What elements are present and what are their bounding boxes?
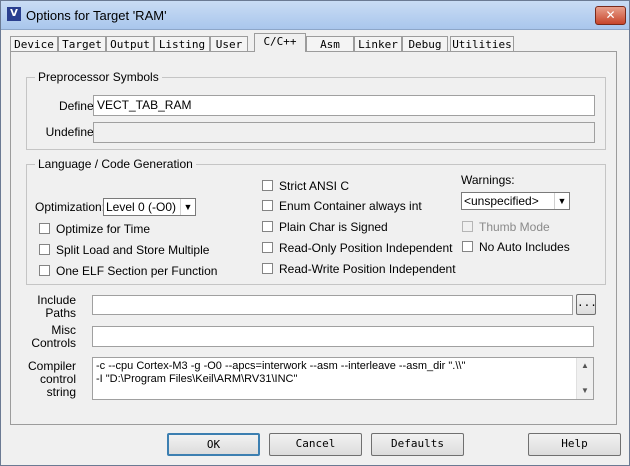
split-load-store-checkbox[interactable] xyxy=(39,244,50,255)
undefine-label: Undefine: xyxy=(45,125,97,139)
tab-linker[interactable]: Linker xyxy=(354,36,402,51)
plain-char-signed-label: Plain Char is Signed xyxy=(279,220,388,234)
strict-ansi-c-checkbox[interactable] xyxy=(262,180,273,191)
no-auto-includes-label: No Auto Includes xyxy=(479,240,570,254)
thumb-mode-label: Thumb Mode xyxy=(479,220,550,234)
c-cpp-panel: Preprocessor Symbols Define: VECT_TAB_RA… xyxy=(10,51,617,425)
warnings-select[interactable]: <unspecified> ▼ xyxy=(461,192,570,210)
optimize-for-time-label: Optimize for Time xyxy=(56,222,151,236)
warnings-label: Warnings: xyxy=(461,173,515,187)
window-title: Options for Target 'RAM' xyxy=(26,8,167,23)
include-paths-label: Include Paths xyxy=(37,294,76,320)
define-label: Define: xyxy=(58,99,97,113)
strict-ansi-c-label: Strict ANSI C xyxy=(279,179,350,193)
ok-button[interactable]: OK xyxy=(167,433,260,456)
title-bar: V Options for Target 'RAM' ✕ xyxy=(1,1,629,30)
include-label-line-1: Include xyxy=(37,293,76,307)
tab-listing[interactable]: Listing xyxy=(154,36,210,51)
compiler-string-line-1: -c --cpu Cortex-M3 -g -O0 --apcs=interwo… xyxy=(96,360,466,372)
compiler-control-string-textarea[interactable]: -c --cpu Cortex-M3 -g -O0 --apcs=interwo… xyxy=(92,357,594,400)
include-label-line-2: Paths xyxy=(45,306,76,320)
help-button[interactable]: Help xyxy=(528,433,621,456)
options-dialog: V Options for Target 'RAM' ✕ Device Targ… xyxy=(0,0,630,466)
chevron-down-icon: ▼ xyxy=(180,199,195,215)
cancel-button[interactable]: Cancel xyxy=(269,433,362,456)
one-elf-section-label: One ELF Section per Function xyxy=(56,264,218,278)
compiler-string-line-2: -I "D:\Program Files\Keil\ARM\RV31\INC" xyxy=(96,373,298,385)
no-auto-includes-checkbox[interactable] xyxy=(462,241,473,252)
language-code-generation-group: Language / Code Generation Optimization:… xyxy=(26,157,606,285)
defaults-button[interactable]: Defaults xyxy=(371,433,464,456)
compiler-label-line-2: control xyxy=(39,372,76,386)
chevron-down-icon: ▼ xyxy=(554,193,569,209)
optimization-value: Level 0 (-O0) xyxy=(106,200,177,214)
one-elf-section-checkbox[interactable] xyxy=(39,265,50,276)
read-only-pi-label: Read-Only Position Independent xyxy=(279,241,453,255)
browse-include-button[interactable]: ... xyxy=(576,294,597,315)
include-paths-input[interactable] xyxy=(92,295,573,315)
enum-container-checkbox[interactable] xyxy=(262,200,273,211)
define-input[interactable]: VECT_TAB_RAM xyxy=(93,95,595,116)
read-write-pi-checkbox[interactable] xyxy=(262,263,273,274)
tab-output[interactable]: Output xyxy=(106,36,154,51)
optimization-select[interactable]: Level 0 (-O0) ▼ xyxy=(103,198,196,216)
optimize-for-time-checkbox[interactable] xyxy=(39,223,50,234)
close-button[interactable]: ✕ xyxy=(595,6,626,25)
compiler-label-line-1: Compiler xyxy=(27,359,76,373)
compiler-control-string-label: Compiler control string xyxy=(28,360,76,399)
language-legend: Language / Code Generation xyxy=(35,157,196,171)
tab-target[interactable]: Target xyxy=(58,36,106,51)
tab-device[interactable]: Device xyxy=(10,36,58,51)
scroll-up-arrow-icon[interactable]: ▲ xyxy=(577,358,593,374)
plain-char-signed-checkbox[interactable] xyxy=(262,221,273,232)
tab-asm[interactable]: Asm xyxy=(306,36,354,51)
scroll-down-arrow-icon[interactable]: ▼ xyxy=(577,383,593,399)
misc-controls-input[interactable] xyxy=(92,326,594,347)
keil-uvision-icon: V xyxy=(7,7,21,21)
preprocessor-symbols-group: Preprocessor Symbols Define: VECT_TAB_RA… xyxy=(26,70,606,150)
optimization-label: Optimization: xyxy=(35,200,106,214)
tab-user[interactable]: User xyxy=(210,36,248,51)
misc-label-line-1: Misc xyxy=(51,323,76,337)
compiler-label-line-3: string xyxy=(46,385,76,399)
read-only-pi-checkbox[interactable] xyxy=(262,242,273,253)
enum-container-label: Enum Container always int xyxy=(279,199,422,213)
read-write-pi-label: Read-Write Position Independent xyxy=(279,262,456,276)
misc-controls-label: Misc Controls xyxy=(31,324,76,350)
misc-label-line-2: Controls xyxy=(31,336,76,350)
vertical-scrollbar[interactable]: ▲ ▼ xyxy=(576,358,593,399)
split-load-store-label: Split Load and Store Multiple xyxy=(56,243,210,257)
warnings-value: <unspecified> xyxy=(464,194,539,208)
tab-debug[interactable]: Debug xyxy=(402,36,448,51)
tab-c-cpp[interactable]: C/C++ xyxy=(254,33,306,52)
thumb-mode-checkbox[interactable] xyxy=(462,221,473,232)
undefine-input[interactable] xyxy=(93,122,595,143)
tab-utilities[interactable]: Utilities xyxy=(450,36,514,51)
preprocessor-legend: Preprocessor Symbols xyxy=(35,70,162,84)
